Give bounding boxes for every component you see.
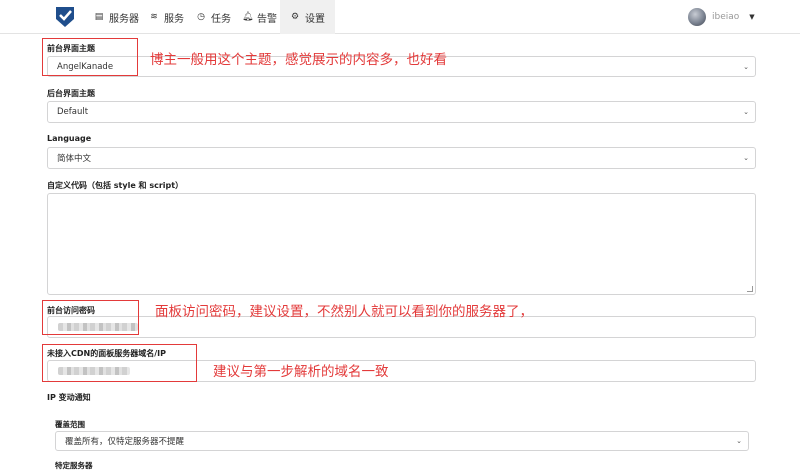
coverage-select[interactable]: 覆盖所有，仅特定服务器不提醒 ⌄	[55, 431, 749, 451]
logo-icon[interactable]	[55, 6, 75, 28]
nav-tasks[interactable]: ◷ 任务	[188, 0, 239, 34]
back-theme-label: 后台界面主题	[47, 89, 95, 98]
chevron-down-icon: ▼	[749, 13, 755, 21]
top-navbar: ▤ 服务器 ≋ 服务 ◷ 任务 🔔︎ 告警 ⚙ 设置 ibeiao ▼	[0, 0, 800, 34]
coverage-label: 覆盖范围	[55, 420, 85, 429]
password-note: 面板访问密码，建议设置，不然别人就可以看到你的服务器了，	[155, 304, 533, 320]
user-name: ibeiao	[712, 12, 740, 22]
chevron-down-icon: ⌄	[743, 62, 749, 71]
chevron-down-icon: ⌄	[743, 108, 749, 116]
language-value: 简体中文	[57, 154, 92, 164]
language-select[interactable]: 简体中文 ⌄	[47, 147, 756, 169]
nav-alerts-label: 告警	[257, 13, 277, 25]
nav-servers-label: 服务器	[109, 13, 139, 25]
nav-servers[interactable]: ▤ 服务器	[86, 0, 147, 34]
server-icon: ▤	[94, 12, 104, 22]
theme-note: 博主一般用这个主题，感觉展示的内容多，也好看	[150, 52, 447, 68]
user-menu[interactable]: ibeiao ▼	[688, 7, 755, 27]
rss-icon: ≋	[150, 12, 158, 22]
resize-handle[interactable]	[747, 286, 753, 292]
chevron-down-icon: ⌄	[743, 154, 749, 162]
back-theme-value: Default	[57, 107, 89, 117]
cogs-icon: ⚙	[290, 12, 300, 22]
back-theme-select[interactable]: Default ⌄	[47, 101, 756, 123]
ip-change-label: IP 变动通知	[47, 393, 91, 402]
theme-highlight-box	[42, 38, 138, 76]
nav-tasks-label: 任务	[211, 13, 231, 25]
nav-services-label: 服务	[164, 13, 184, 25]
avatar	[688, 8, 706, 26]
clock-icon: ◷	[197, 12, 205, 22]
coverage-value: 覆盖所有，仅特定服务器不提醒	[65, 437, 185, 447]
specific-servers-label: 特定服务器	[55, 461, 93, 470]
bell-icon: 🔔︎	[242, 12, 254, 22]
domain-note: 建议与第一步解析的域名一致	[213, 364, 389, 380]
password-highlight-box	[42, 300, 139, 335]
domain-highlight-box	[42, 344, 197, 382]
custom-code-textarea[interactable]	[47, 193, 756, 295]
nav-alerts[interactable]: 🔔︎ 告警	[234, 0, 285, 34]
language-label: Language	[47, 134, 92, 143]
custom-code-label: 自定义代码（包括 style 和 script）	[47, 181, 184, 190]
nav-services[interactable]: ≋ 服务	[141, 0, 192, 34]
chevron-down-icon: ⌄	[736, 437, 742, 445]
nav-settings-label: 设置	[305, 13, 325, 25]
nav-settings[interactable]: ⚙ 设置	[280, 0, 335, 34]
